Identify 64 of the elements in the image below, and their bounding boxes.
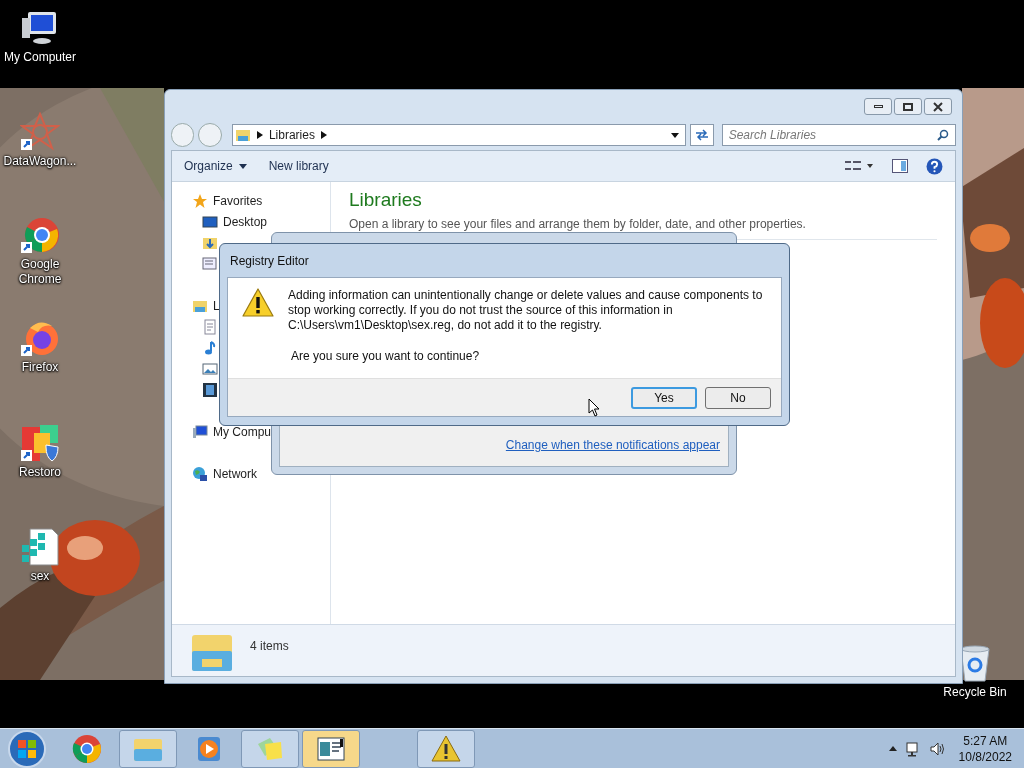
recent-places-icon xyxy=(202,255,218,272)
search-icon xyxy=(937,129,949,141)
film-strip-icon xyxy=(202,381,218,398)
refresh-button[interactable] xyxy=(690,124,714,146)
computer-icon xyxy=(192,423,208,440)
warning-icon xyxy=(242,288,274,318)
toolbar-button[interactable]: New library xyxy=(268,157,329,175)
clock[interactable]: 5:27 AM 10/8/2022 xyxy=(958,732,1012,765)
chevron-right-icon[interactable] xyxy=(256,131,263,139)
close-icon xyxy=(933,101,943,112)
taskbar-button[interactable] xyxy=(302,729,360,768)
nav-item[interactable]: L xyxy=(213,296,220,315)
library-folder-icon xyxy=(234,127,251,143)
chrome-icon xyxy=(20,215,60,255)
dialog-button[interactable]: No xyxy=(705,386,771,409)
caret-icon xyxy=(238,163,247,169)
picture-frame-icon xyxy=(202,360,218,377)
desktop-icon xyxy=(202,213,218,230)
warning-icon xyxy=(431,733,461,764)
preview-pane-icon[interactable] xyxy=(892,159,908,173)
star-shortcut-icon xyxy=(20,112,60,152)
nav-item[interactable]: My Compu xyxy=(213,422,271,441)
refresh-arrows-icon xyxy=(694,129,709,141)
desktop-icon-label[interactable]: My Computer xyxy=(4,50,76,65)
dialog-button[interactable]: Yes xyxy=(631,386,697,409)
desktop-icon-label[interactable]: Firefox xyxy=(21,360,59,375)
close-button[interactable] xyxy=(924,98,952,115)
toolbar-button[interactable]: Organize xyxy=(184,157,247,175)
view-options-icon[interactable] xyxy=(844,159,874,173)
desktop-icon-label[interactable]: Recycle Bin xyxy=(943,685,1007,700)
dialog-title: Registry Editor xyxy=(229,252,310,270)
breadcrumb[interactable]: Libraries xyxy=(268,126,315,144)
windows-logo-icon xyxy=(17,738,37,759)
item-count: 4 items xyxy=(250,638,289,655)
document-icon xyxy=(202,318,218,335)
nav-item[interactable]: Network xyxy=(213,464,257,483)
start-button[interactable] xyxy=(8,729,46,768)
desktop-icon-label[interactable]: sex xyxy=(30,569,50,584)
search-field[interactable]: Search Libraries xyxy=(721,124,956,146)
chevron-right-icon[interactable] xyxy=(320,131,327,139)
nav-item[interactable]: Favorites xyxy=(213,191,263,210)
notification-settings-link[interactable]: Change when these notifications appear xyxy=(505,436,720,454)
show-hidden-icons-icon[interactable] xyxy=(888,746,897,751)
desktop-icon-label[interactable]: Restoro xyxy=(19,465,61,480)
desktop-icon-label[interactable]: Google Chrome xyxy=(0,257,80,287)
nav-item[interactable]: Desktop xyxy=(223,212,268,231)
taskbar-button[interactable] xyxy=(417,729,475,768)
help-icon[interactable] xyxy=(926,157,943,175)
dialog-question: Are you sure you want to continue? xyxy=(290,348,481,365)
maximize-button[interactable] xyxy=(894,98,922,115)
volume-icon[interactable] xyxy=(928,740,945,757)
restoro-icon xyxy=(20,423,60,463)
music-note-icon xyxy=(202,339,218,356)
minimize-button[interactable] xyxy=(864,98,892,115)
dropdown-arrow-icon[interactable] xyxy=(671,132,680,138)
star-icon xyxy=(192,192,208,209)
page-heading: Libraries xyxy=(349,188,423,212)
chrome-icon xyxy=(72,733,102,764)
desktop-icon-label[interactable]: DataWagon... xyxy=(3,154,77,169)
address-bar[interactable]: Libraries xyxy=(231,124,687,146)
network-globe-icon xyxy=(192,465,208,482)
dialog-message: Adding information can unintentionally change or delete values and cause components to stop working correctly. If you do not trust the source of this information in C:\Users\vm1\Desktop\sex.reg, do not add it to the registry. xyxy=(288,288,764,333)
registry-file-icon xyxy=(20,527,60,567)
network-icon[interactable] xyxy=(904,740,921,757)
